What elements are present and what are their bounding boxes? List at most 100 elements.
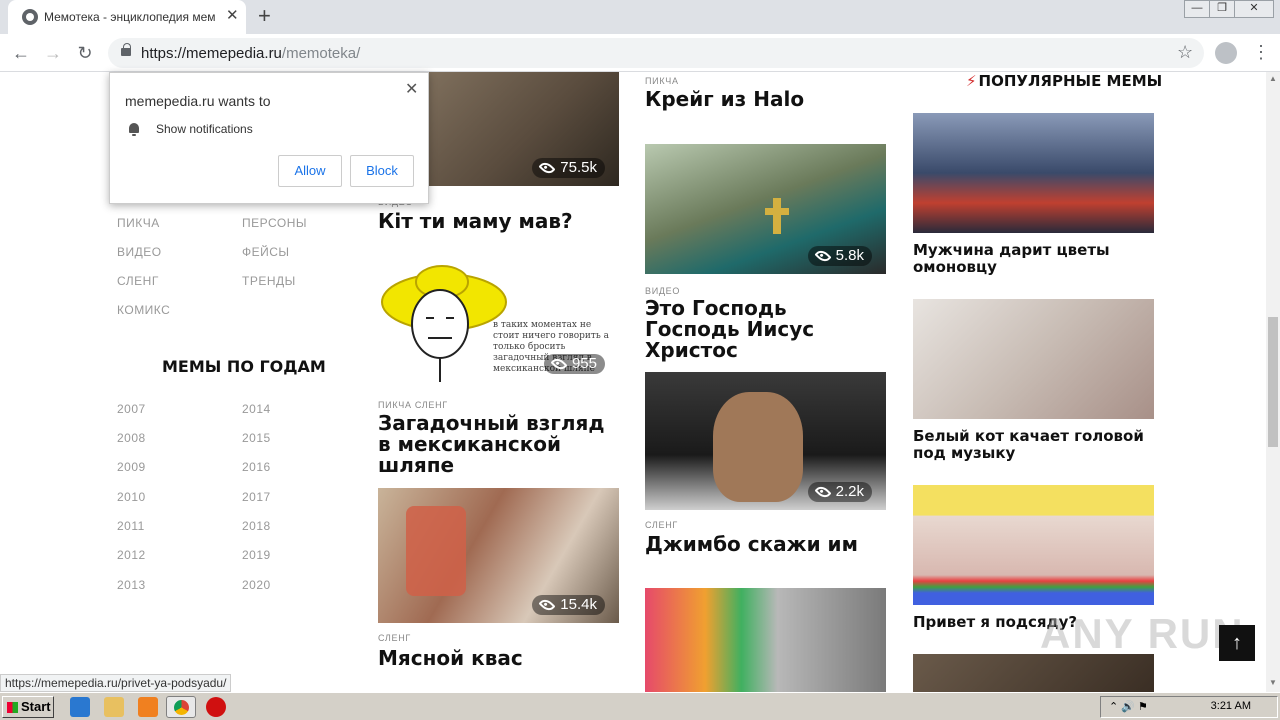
back-icon[interactable]: ← (8, 40, 34, 66)
meme-tag[interactable]: СЛЕНГ (645, 520, 678, 530)
clock: 3:21 AM (1210, 700, 1251, 712)
year-link[interactable]: 2016 (242, 460, 271, 474)
browser-tab[interactable]: Мемотека - энциклопедия мемов ✕ (8, 0, 246, 34)
eye-icon (814, 483, 832, 501)
close-icon[interactable]: ✕ (405, 79, 418, 99)
chrome-taskbar-button[interactable] (166, 696, 196, 718)
bookmark-star-icon[interactable]: ☆ (1177, 42, 1193, 63)
forward-icon[interactable]: → (40, 40, 66, 66)
category-link[interactable]: КОМИКС (117, 303, 170, 317)
menu-dots-icon[interactable]: ⋮ (1252, 41, 1270, 63)
cross-shape (773, 198, 781, 234)
media-player-icon[interactable] (138, 697, 158, 717)
meme-thumbnail[interactable]: 5.8k (645, 144, 886, 274)
meme-tag[interactable]: СЛЕНГ (378, 633, 411, 643)
site-favicon-icon (22, 9, 38, 25)
category-link[interactable]: СЛЕНГ (117, 274, 159, 288)
year-link[interactable]: 2009 (117, 460, 146, 474)
lightning-icon: ⚡ (966, 72, 977, 90)
year-link[interactable]: 2017 (242, 490, 271, 504)
meme-tag[interactable]: ПИКЧА СЛЕНГ (378, 400, 448, 410)
category-link[interactable]: ФЕЙСЫ (242, 245, 290, 259)
year-link[interactable]: 2007 (117, 402, 146, 416)
popular-thumbnail[interactable] (913, 485, 1154, 605)
meme-title[interactable]: Кіт ти маму мав? (378, 211, 619, 232)
tab-close-icon[interactable]: ✕ (226, 8, 239, 24)
anyrun-watermark: ANY RUN (1040, 610, 1245, 657)
page-scrollbar[interactable]: ▲ ▼ (1266, 72, 1280, 692)
url-text[interactable]: https://memepedia.ru/memoteka/ (141, 45, 360, 62)
notification-heading: memepedia.ru wants to (125, 93, 271, 109)
scroll-up-icon[interactable]: ▲ (1269, 74, 1277, 83)
meme-title[interactable]: Джимбо скажи им (645, 534, 886, 555)
year-link[interactable]: 2020 (242, 578, 271, 592)
year-link[interactable]: 2014 (242, 402, 271, 416)
notification-permission-popup: memepedia.ru wants to ✕ Show notificatio… (109, 72, 429, 204)
view-count: 15.4k (532, 595, 605, 615)
allow-button[interactable]: Allow (278, 155, 342, 187)
folder-icon[interactable] (104, 697, 124, 717)
category-link[interactable]: ПИКЧА (117, 216, 160, 230)
meme-thumbnail[interactable]: 15.4k (378, 488, 619, 623)
tab-title: Мемотека - энциклопедия мемов (44, 10, 216, 24)
scroll-to-top-button[interactable]: ↑ (1219, 625, 1255, 661)
jar-shape (406, 506, 466, 596)
windows-taskbar: Start ⌃ 🔊 ⚑ 3:21 AM (0, 692, 1280, 720)
popular-title[interactable]: Белый кот качает головой под музыку (913, 428, 1154, 462)
ie-icon[interactable] (70, 697, 90, 717)
category-link[interactable]: ТРЕНДЫ (242, 274, 296, 288)
restore-button[interactable]: ❐ (1209, 0, 1235, 18)
meme-thumbnail[interactable] (645, 588, 886, 692)
meme-tag[interactable]: ВИДЕО (645, 286, 680, 296)
chrome-icon (174, 700, 189, 715)
category-link[interactable]: ВИДЕО (117, 245, 162, 259)
meme-title[interactable]: Это Господь Господь Иисус Христос (645, 298, 886, 361)
cross-shape (765, 208, 789, 215)
view-count: 5.8k (807, 246, 872, 266)
meme-title[interactable]: Загадочный взгляд в мексиканской шляпе (378, 413, 619, 476)
browser-toolbar: ← → ↻ https://memepedia.ru/memoteka/ ☆ ⋮ (0, 34, 1280, 72)
notification-message: Show notifications (156, 122, 253, 136)
start-button[interactable]: Start (2, 696, 54, 718)
face-shape (713, 392, 803, 502)
year-link[interactable]: 2010 (117, 490, 146, 504)
meme-title[interactable]: Мясной квас (378, 648, 619, 669)
opera-icon[interactable] (206, 697, 226, 717)
year-link[interactable]: 2018 (242, 519, 271, 533)
scrollbar-thumb[interactable] (1268, 317, 1278, 447)
address-bar[interactable]: https://memepedia.ru/memoteka/ ☆ (108, 38, 1204, 68)
year-link[interactable]: 2011 (117, 519, 145, 533)
view-count: 955 (543, 354, 605, 374)
new-tab-button[interactable]: + (258, 4, 271, 28)
window-close-button[interactable]: ✕ (1234, 0, 1274, 18)
category-link[interactable]: ПЕРСОНЫ (242, 216, 307, 230)
year-link[interactable]: 2013 (117, 578, 146, 592)
eye-icon (538, 159, 556, 177)
meme-title[interactable]: Крейг из Halo (645, 89, 886, 110)
reload-icon[interactable]: ↻ (72, 40, 98, 66)
view-count: 2.2k (807, 482, 872, 502)
scroll-down-icon[interactable]: ▼ (1269, 678, 1277, 687)
tab-strip: Мемотека - энциклопедия мемов ✕ + — ❐ ✕ (0, 0, 1280, 34)
eye-icon (538, 596, 556, 614)
status-bar-url: https://memepedia.ru/privet-ya-podsyadu/ (0, 674, 232, 692)
year-link[interactable]: 2012 (117, 548, 146, 562)
minimize-button[interactable]: — (1184, 0, 1210, 18)
popular-thumbnail[interactable] (913, 113, 1154, 233)
popular-title[interactable]: Мужчина дарит цветы омоновцу (913, 242, 1154, 276)
year-link[interactable]: 2015 (242, 431, 271, 445)
profile-avatar-icon[interactable] (1215, 42, 1237, 64)
popular-thumbnail[interactable] (913, 299, 1154, 419)
meme-tag[interactable]: ПИКЧА (645, 76, 679, 86)
popular-thumbnail[interactable] (913, 654, 1154, 692)
block-button[interactable]: Block (350, 155, 414, 187)
system-tray: ⌃ 🔊 ⚑ 3:21 AM (1100, 696, 1278, 718)
year-link[interactable]: 2008 (117, 431, 146, 445)
meme-thumbnail[interactable]: 2.2k (645, 372, 886, 510)
eye-icon (550, 355, 568, 373)
view-count-value: 2.2k (835, 483, 864, 500)
meme-thumbnail[interactable]: в таких моментах не стоит ничего говорит… (378, 260, 619, 382)
url-domain: https://memepedia.ru (141, 45, 282, 62)
tray-icons[interactable]: ⌃ 🔊 ⚑ (1109, 700, 1148, 713)
year-link[interactable]: 2019 (242, 548, 271, 562)
